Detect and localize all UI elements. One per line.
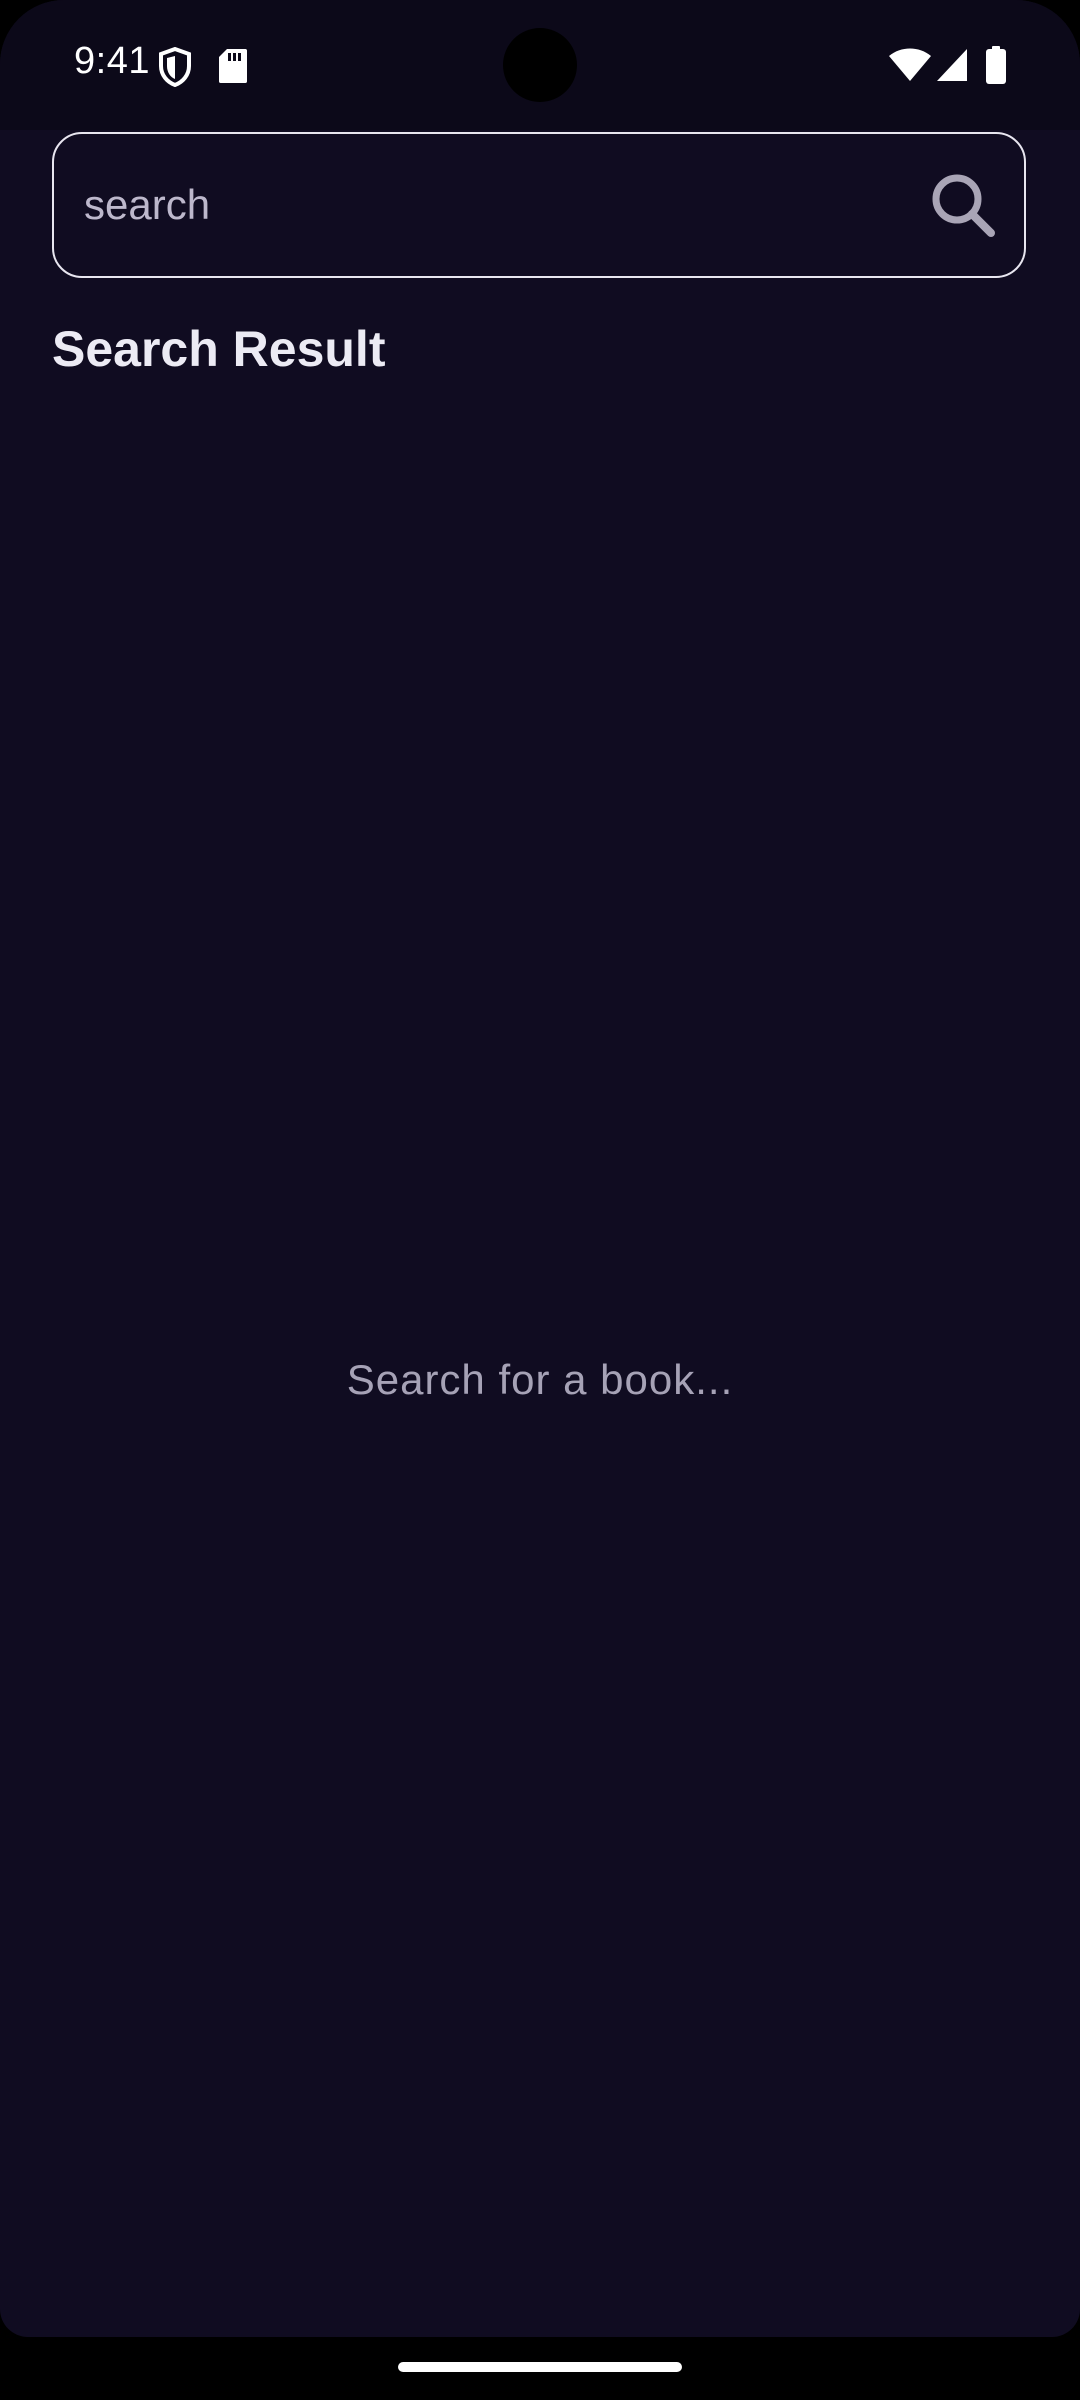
shield-icon bbox=[159, 47, 191, 87]
device-frame: 9:41 search Search Result Search for a b… bbox=[0, 0, 1080, 2400]
wifi-icon bbox=[889, 48, 931, 81]
search-input[interactable] bbox=[84, 134, 904, 276]
battery-icon bbox=[986, 46, 1006, 84]
signal-icon bbox=[937, 49, 967, 81]
home-indicator[interactable] bbox=[398, 2362, 682, 2372]
camera-cutout bbox=[503, 28, 577, 102]
status-bar: 9:41 bbox=[0, 0, 1080, 130]
search-box[interactable] bbox=[52, 132, 1026, 278]
empty-state-message: Search for a book... bbox=[346, 1356, 734, 1403]
search-result-title: Search Result bbox=[52, 321, 386, 377]
sd-card-icon bbox=[219, 49, 247, 83]
search-icon[interactable] bbox=[930, 172, 996, 238]
screen: 9:41 search Search Result Search for a b… bbox=[0, 0, 1080, 2337]
status-time: 9:41 bbox=[74, 40, 150, 82]
